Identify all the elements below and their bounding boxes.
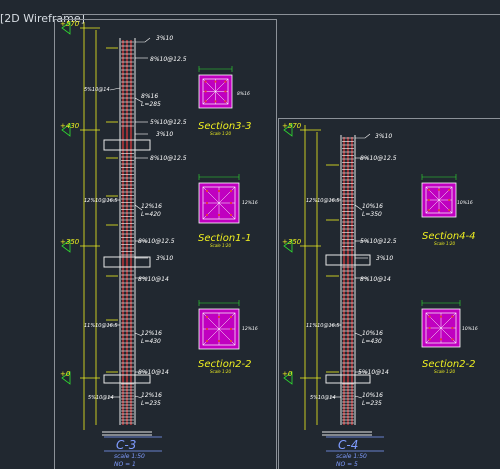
c3-count: NO = 1: [114, 461, 136, 468]
c4-title: C-4: [338, 438, 358, 452]
sheet-c4-frame: [278, 118, 500, 469]
c3-bar-c-label: 12%16: [141, 330, 162, 337]
c4-stirrups-top-label: 8%10@12.5: [360, 155, 397, 162]
c3-dim-b-label: 3%10: [156, 255, 173, 262]
c3-dim-a-label: 3%10: [156, 131, 173, 138]
c4-stirrups-mid-label: 8%10@14: [360, 276, 391, 283]
c4-section-2-2-bars: 10%16: [462, 326, 478, 332]
c3-stirrups-base2-label: 5%10@14: [88, 395, 114, 401]
c3-stirrups-mid2-label: 8%10@14: [138, 276, 169, 283]
c4-bar-b-len: L=430: [362, 338, 382, 345]
c4-level-3: +0: [282, 370, 293, 378]
c4-count: NO = 5: [336, 461, 358, 468]
c4-bar-b-label: 10%16: [362, 330, 383, 337]
c4-stir-left2-label: 11%10@16.5: [306, 323, 340, 329]
c4-dim-a-label: 3%10: [376, 255, 393, 262]
c4-dimension-lines: [300, 125, 339, 430]
c3-section-2-2: [198, 300, 240, 350]
c4-bar-c-len: L=235: [362, 400, 382, 407]
c4-stir-left1-label: 12%10@16.5: [306, 198, 340, 204]
c4-stirrups-bot-label: 5%10@14: [358, 369, 389, 376]
c3-title: C-3: [116, 438, 136, 452]
c3-stirrups-top-label: 8%10@12.5: [150, 56, 187, 63]
c3-stirrups-bot-label: 8%10@14: [138, 369, 169, 376]
c3-stirrups-lap1-label: 5%10@12.5: [150, 119, 187, 126]
c4-section-4-4: [421, 174, 457, 218]
c3-stir-left1-label: 12%10@16.5: [84, 198, 118, 204]
c4-bar-a-label: 10%16: [362, 203, 383, 210]
c4-section-4-4-bars: 10%16: [457, 200, 473, 206]
c3-level-1: +570: [60, 20, 80, 28]
c3-bar-c-len: L=430: [141, 338, 161, 345]
drawing-canvas[interactable]: +570 +430 +350 +0 3%10 8%10@12.5 8%16 L=…: [0, 0, 500, 469]
c3-section-2-2-scale: Scale 1:20: [210, 369, 231, 374]
c4-leader-lines: [330, 133, 371, 399]
c3-top-bar-label: 3%10: [156, 35, 173, 42]
c3-section-1-1-scale: Scale 1:20: [210, 243, 231, 248]
c4-top-bar-label: 3%10: [375, 133, 392, 140]
c3-bar-b-label: 12%16: [141, 203, 162, 210]
c3-dimension-lines: [80, 22, 118, 430]
c4-stirrups-lap-label: 5%10@12.5: [360, 238, 397, 245]
c3-section-2-2-bars: 12%16: [242, 326, 258, 332]
c3-level-3: +350: [60, 238, 80, 246]
c3-section-1-1-bars: 12%16: [242, 200, 258, 206]
sheet-c3: +570 +430 +350 +0 3%10 8%10@12.5 8%16 L=…: [54, 19, 277, 469]
c3-section-3-3: [198, 66, 233, 109]
c4-stirrups-base-label: 5%10@14: [310, 395, 336, 401]
c3-bar-a-len: L=285: [141, 101, 161, 108]
c3-stirrups-mid1-label: 8%10@12.5: [150, 155, 187, 162]
c4-section-2-2-scale: Scale 1:20: [434, 369, 455, 374]
c3-bar-d-label: 12%16: [141, 392, 162, 399]
cad-viewport[interactable]: [2D Wireframe] +570 +430 +350 +0 3%10 8%…: [0, 0, 500, 469]
c3-level-4: +0: [60, 370, 71, 378]
c4-level-markers: [283, 123, 293, 385]
c3-scale: scale 1:50: [114, 453, 145, 460]
c4-level-2: +350: [282, 238, 302, 246]
c3-bar-d-len: L=235: [141, 400, 161, 407]
c3-level-markers: [61, 21, 71, 385]
c4-scale: scale 1:50: [336, 453, 367, 460]
c3-stirrups-lap2-label: 8%10@12.5: [138, 238, 175, 245]
c3-section-3-3-scale: Scale 1:20: [210, 131, 231, 136]
sheet-c4: +570 +350 +0 3%10 8%10@12.5 10%16 L=350: [278, 118, 500, 469]
c3-bar-a-label: 8%16: [141, 93, 158, 100]
c3-section-1-1: [198, 174, 240, 224]
c4-bar-a-len: L=350: [362, 211, 382, 218]
c4-section-4-4-scale: Scale 1:20: [434, 241, 455, 246]
c3-section-3-3-bars: 8%16: [237, 91, 250, 97]
c3-bar-b-len: L=420: [141, 211, 161, 218]
c3-stir-left2-label: 11%10@16.5: [84, 323, 118, 329]
c4-bar-c-label: 10%16: [362, 392, 383, 399]
c3-level-2: +430: [60, 122, 80, 130]
c4-level-1: +570: [282, 122, 302, 130]
c3-stirrups-base-label: 5%10@14: [84, 87, 110, 93]
c4-section-2-2: [421, 300, 461, 348]
